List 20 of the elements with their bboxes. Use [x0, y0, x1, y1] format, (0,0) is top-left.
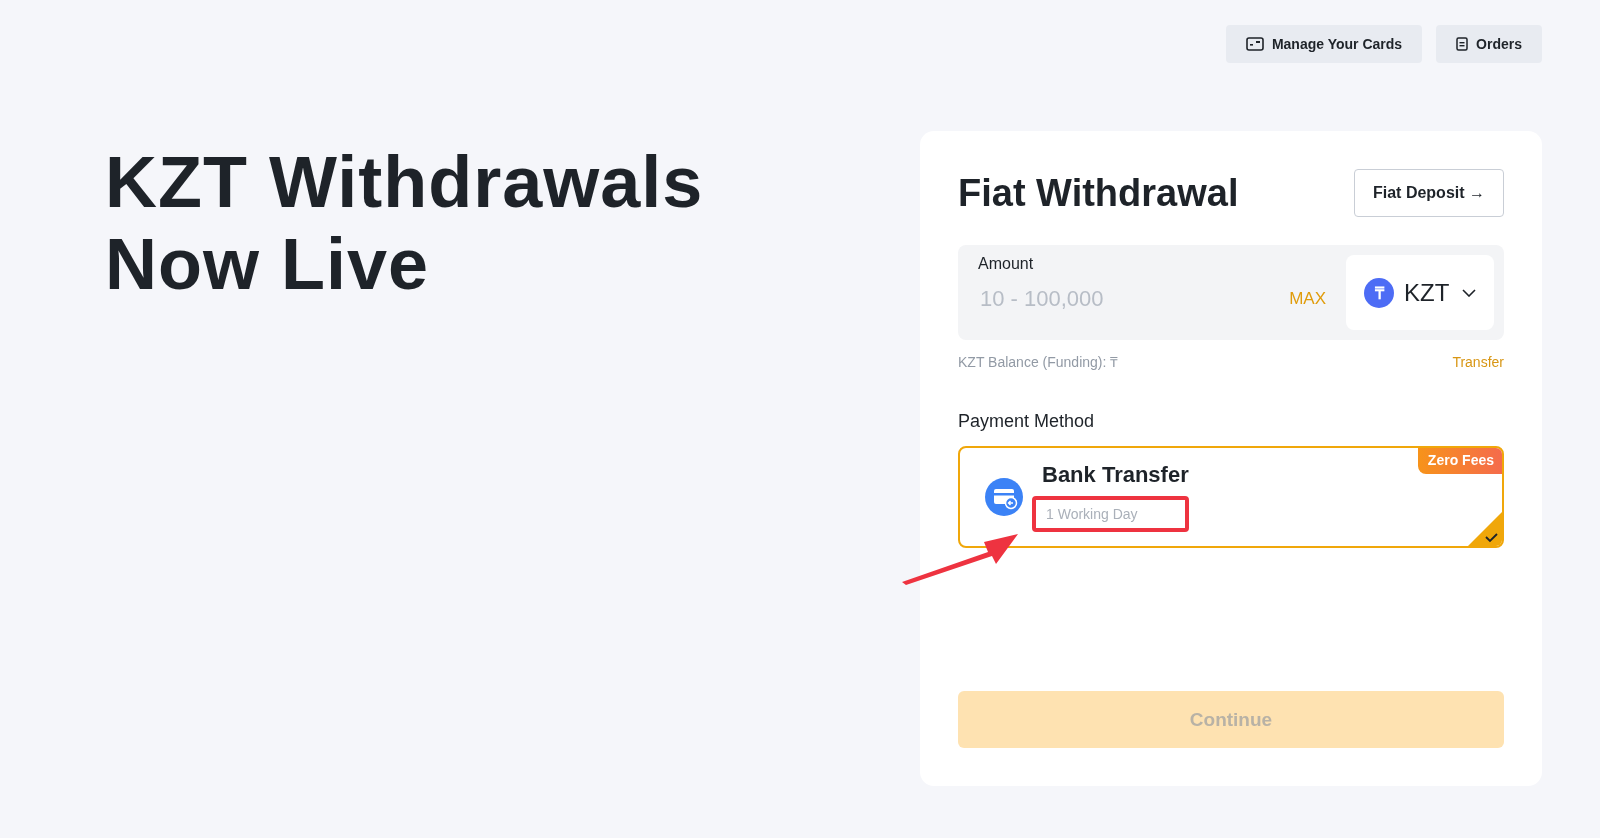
processing-time: 1 Working Day: [1032, 496, 1189, 532]
document-icon: [1456, 37, 1469, 51]
card-icon: [1245, 37, 1264, 51]
balance-label: KZT Balance (Funding): ₸: [958, 353, 1119, 371]
zero-fees-badge: Zero Fees: [1417, 448, 1502, 474]
amount-field[interactable]: Amount 10 - 100,000 MAX ₸ KZT: [958, 245, 1504, 340]
currency-icon: ₸: [1364, 277, 1394, 308]
form-title: Fiat Withdrawal: [958, 171, 1239, 215]
currency-select[interactable]: ₸ KZT: [1346, 255, 1494, 330]
payment-method-option[interactable]: Bank Transfer 1 Working Day Zero Fees: [958, 446, 1504, 548]
section-label: Payment Method: [958, 411, 1096, 432]
method-name: Bank Transfer: [1042, 462, 1189, 488]
headline: KZT Withdrawals Now Live: [105, 141, 704, 306]
bank-card-icon: [984, 477, 1024, 517]
amount-label: Amount: [978, 255, 1035, 273]
checkmark-icon: [1466, 510, 1502, 546]
manage-cards-button[interactable]: Manage Your Cards: [1225, 25, 1423, 63]
orders-button[interactable]: Orders: [1436, 25, 1542, 63]
chevron-down-icon: [1462, 288, 1476, 297]
fiat-deposit-button[interactable]: Fiat Deposit →: [1354, 169, 1504, 217]
